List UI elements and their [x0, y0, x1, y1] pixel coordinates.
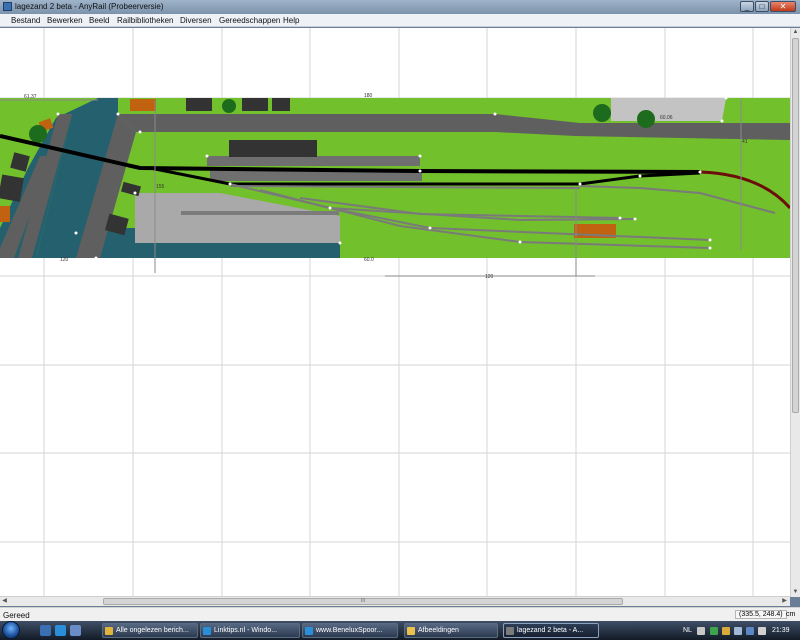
vertical-scroll-thumb[interactable]: [792, 38, 799, 413]
taskbar-item-afbeeldingen[interactable]: Afbeeldingen: [404, 623, 498, 638]
dimension-top-left: 61.37: [24, 94, 37, 100]
tree-icon: [637, 110, 655, 128]
status-text: Gereed: [3, 611, 30, 620]
tree-icon: [593, 104, 611, 122]
dimension-right: 41: [742, 139, 748, 145]
close-button[interactable]: ✕: [770, 1, 796, 12]
window-title: lagezand 2 beta - AnyRail (Probeerversie…: [15, 2, 164, 11]
layout-canvas[interactable]: 61.37 180 41 120 155 60.0 120 60.06 130.…: [0, 28, 790, 596]
mail-icon: [105, 627, 113, 635]
house-left: [0, 206, 10, 222]
menu-beeld[interactable]: Beeld: [89, 16, 109, 25]
menu-diversen[interactable]: Diversen: [180, 16, 212, 25]
menu-bar: Bestand Bewerken Beeld Railbibliotheken …: [0, 14, 800, 27]
monitor-icon[interactable]: [746, 627, 754, 635]
horizontal-scrollbar[interactable]: ◀ III ▶: [0, 596, 790, 606]
building-right-label: 60.06: [660, 115, 673, 121]
menu-help[interactable]: Help: [283, 16, 299, 25]
dimension-bottom-left: 120: [60, 257, 69, 263]
tray-app-icon[interactable]: [734, 627, 742, 635]
building-top-3: [272, 98, 290, 111]
anyrail-icon: [506, 627, 514, 635]
scroll-right-arrow-icon[interactable]: ▶: [780, 597, 789, 606]
dimension-top: 180: [364, 93, 373, 99]
anyrail-app-icon: [3, 2, 12, 11]
track-plan-drawing[interactable]: 61.37 180 41 120 155 60.0 120 60.06 130.…: [0, 28, 790, 596]
menu-bestand[interactable]: Bestand: [11, 16, 40, 25]
browser-icon: [203, 627, 211, 635]
house-top: [130, 99, 156, 111]
switch-windows-icon[interactable]: [70, 625, 81, 636]
scroll-up-arrow-icon[interactable]: ▲: [792, 28, 799, 36]
taskbar-item-linktips[interactable]: Linktips.nl - Windo...: [200, 623, 300, 638]
status-bar: Gereed (335.5, 248.4) cm: [0, 607, 800, 621]
clock[interactable]: 21:39: [772, 627, 790, 634]
building-top-2: [242, 98, 268, 111]
dimension-bottom: 120: [485, 274, 494, 280]
menu-bewerken[interactable]: Bewerken: [47, 16, 83, 25]
menu-gereedschappen[interactable]: Gereedschappen: [219, 16, 280, 25]
horizontal-scroll-thumb[interactable]: III: [103, 598, 623, 605]
windows-taskbar: Alle ongelezen berich... Linktips.nl - W…: [0, 621, 800, 640]
scroll-down-arrow-icon[interactable]: ▼: [792, 588, 799, 596]
language-indicator[interactable]: NL: [683, 627, 692, 634]
show-desktop-icon[interactable]: [40, 625, 51, 636]
maximize-button[interactable]: □: [755, 1, 769, 12]
menu-railbibliotheken[interactable]: Railbibliotheken: [117, 16, 173, 25]
platform-3: [181, 211, 339, 215]
taskbar-item-anyrail[interactable]: lagezand 2 beta - A...: [503, 623, 599, 638]
building-top-1: [186, 98, 212, 111]
cursor-coordinates: (335.5, 248.4): [735, 610, 787, 619]
tree-icon: [29, 125, 47, 143]
network-icon[interactable]: [722, 627, 730, 635]
folder-icon: [407, 627, 415, 635]
platform-label: 130.05: [300, 153, 316, 159]
minimize-button[interactable]: _: [740, 1, 754, 12]
scroll-left-arrow-icon[interactable]: ◀: [0, 597, 9, 606]
security-icon[interactable]: [710, 627, 718, 635]
tree-icon: [222, 99, 236, 113]
start-button[interactable]: [2, 621, 20, 639]
building-left-1: [0, 174, 24, 202]
internet-explorer-icon[interactable]: [55, 625, 66, 636]
volume-icon[interactable]: [758, 627, 766, 635]
dimension-bottom-mid: 60.0: [364, 257, 374, 263]
title-bar: lagezand 2 beta - AnyRail (Probeerversie…: [0, 0, 800, 14]
taskbar-item-mail[interactable]: Alle ongelezen berich...: [102, 623, 198, 638]
tray-chevron-icon[interactable]: [697, 627, 705, 635]
dimension-left-vertical: 155: [156, 184, 165, 190]
taskbar-item-beneluxspoor[interactable]: www.BeneluxSpoor...: [302, 623, 398, 638]
unit-label: cm: [786, 611, 796, 618]
vertical-scrollbar[interactable]: ▲ ▼: [790, 28, 800, 597]
browser-icon: [305, 627, 313, 635]
